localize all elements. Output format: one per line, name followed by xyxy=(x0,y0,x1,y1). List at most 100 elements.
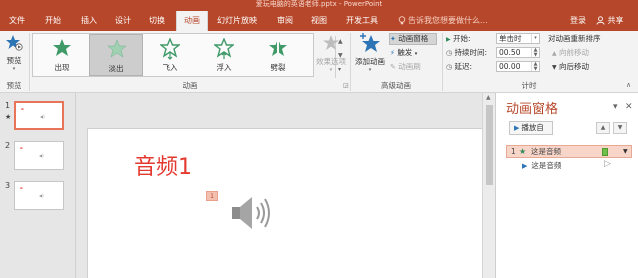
item-dropdown-icon[interactable]: ▼ xyxy=(623,146,628,157)
duration-label-text: 持续时间: xyxy=(454,48,488,57)
add-animation-icon xyxy=(360,33,380,52)
animation-order-tag[interactable]: 1 xyxy=(206,191,218,201)
effect-appear[interactable]: 出现 xyxy=(35,34,89,76)
animation-pane: 动画窗格 ▾ ✕ ▶ 播放自 ▲ ▼ 1 ★ 这是音频 ▼ ▶ 这是音频 ▷ xyxy=(495,93,638,278)
slide-scrollbar[interactable]: ▲ xyxy=(482,93,495,278)
group-label-preview: 预览 xyxy=(6,81,22,90)
dialog-launcher-icon[interactable]: ◲ xyxy=(343,82,349,89)
start-label-text: 开始: xyxy=(453,34,471,43)
add-animation-dropdown-icon: ▾ xyxy=(368,67,372,73)
appear-star-icon xyxy=(53,39,71,56)
tab-home[interactable]: 开始 xyxy=(38,11,68,31)
play-icon: ▶ xyxy=(514,124,520,132)
person-icon xyxy=(596,16,605,25)
tab-transitions[interactable]: 切换 xyxy=(142,11,172,31)
delay-input[interactable]: 00.00 ▲ ▼ xyxy=(496,61,540,72)
animation-pane-title: 动画窗格 xyxy=(506,102,559,117)
move-later-button[interactable]: ▼ 向后移动 xyxy=(552,61,589,73)
tab-file[interactable]: 文件 xyxy=(2,11,32,31)
group-label-timing: 计时 xyxy=(521,81,537,90)
effect-split[interactable]: 劈裂 xyxy=(251,34,305,76)
delay-label-text: 延迟: xyxy=(454,62,473,71)
animation-list-item[interactable]: 1 ★ 这是音频 ▼ xyxy=(506,145,632,158)
slide-canvas[interactable]: 音频1 1 xyxy=(87,128,487,278)
thumbnail-speaker-icon: ◀) xyxy=(40,114,45,119)
animation-pane-label: 动画窗格 xyxy=(398,34,429,43)
collapse-ribbon-icon[interactable]: ∧ xyxy=(626,81,631,89)
slide-thumbnail[interactable]: ▬ ◀) xyxy=(14,101,64,130)
timing-bar[interactable] xyxy=(602,148,608,156)
tab-animations[interactable]: 动画 xyxy=(176,11,208,31)
scroll-up-icon[interactable]: ▲ xyxy=(486,94,491,101)
effect-fly-in[interactable]: 飞入 xyxy=(143,34,197,76)
move-earlier-button[interactable]: ▲ 向前移动 xyxy=(552,47,589,59)
split-star-icon xyxy=(269,38,287,58)
effect-label: 飞入 xyxy=(162,63,178,72)
share-button[interactable]: 共享 xyxy=(596,11,624,31)
preview-button[interactable]: 预览 ▾ xyxy=(2,33,26,77)
move-up-button[interactable]: ▲ xyxy=(596,122,610,134)
tell-me-box[interactable]: 告诉我您想要做什么... xyxy=(398,11,488,31)
tab-developer[interactable]: 开发工具 xyxy=(340,11,384,31)
group-separator xyxy=(442,33,443,91)
delay-label: ◷ 延迟: xyxy=(446,61,472,73)
slide-title[interactable]: 音频1 xyxy=(134,149,192,181)
fly-in-star-icon xyxy=(160,38,180,60)
scroll-thumb[interactable] xyxy=(486,105,493,185)
login-link[interactable]: 登录 xyxy=(570,11,586,31)
animation-pane-button[interactable]: ✦ 动画窗格 xyxy=(389,33,437,45)
move-earlier-icon: ▲ xyxy=(552,50,557,57)
pane-options-icon[interactable]: ▾ xyxy=(613,102,618,112)
start-select[interactable]: 单击时 ▾ xyxy=(496,33,540,44)
trigger-dropdown-icon: ▾ xyxy=(414,51,418,57)
animation-painter-button[interactable]: ✎ 动画刷 xyxy=(390,61,421,73)
slide-thumbnail[interactable]: ▬ ◀) xyxy=(14,181,64,210)
effect-float-in[interactable]: 浮入 xyxy=(197,34,251,76)
tab-design[interactable]: 设计 xyxy=(108,11,138,31)
animation-pane-icon: ✦ xyxy=(390,35,396,43)
effect-options-button[interactable]: 效果选项 ▾ xyxy=(314,34,348,78)
start-label: ▶ 开始: xyxy=(446,33,471,45)
thumbnail-speaker-icon: ◀) xyxy=(39,153,44,158)
delay-stepper[interactable]: ▲ ▼ xyxy=(531,62,539,71)
duration-value: 00.50 xyxy=(499,48,521,57)
tab-review[interactable]: 审阅 xyxy=(270,11,300,31)
thumbnail-title-mark: ▬ xyxy=(20,146,23,150)
start-dropdown-icon[interactable]: ▾ xyxy=(531,34,539,43)
duration-stepper[interactable]: ▲ ▼ xyxy=(531,48,539,57)
audio-speaker-icon[interactable] xyxy=(230,193,274,233)
close-icon[interactable]: ✕ xyxy=(625,102,633,112)
delay-icon: ◷ xyxy=(446,63,453,71)
effect-options-dropdown-icon: ▾ xyxy=(329,67,333,73)
tell-me-text: 告诉我您想要做什么... xyxy=(408,16,488,25)
preview-dropdown-icon: ▾ xyxy=(12,66,16,72)
move-later-label: 向后移动 xyxy=(559,62,590,71)
slide-thumbnail[interactable]: ▬ ◀) xyxy=(14,141,64,170)
animation-gallery: 出现 淡出 飞入 浮入 劈裂 ▲ ▼ ▾ xyxy=(32,33,346,78)
float-in-star-icon xyxy=(214,38,234,59)
animation-list-item[interactable]: ▶ 这是音频 xyxy=(522,160,561,171)
slide-animation-star-icon: ★ xyxy=(5,113,12,121)
move-down-button[interactable]: ▼ xyxy=(613,122,627,134)
trigger-button[interactable]: ⚡ 触发 ▾ xyxy=(390,47,417,59)
trigger-icon: ⚡ xyxy=(390,49,395,57)
tab-view[interactable]: 视图 xyxy=(304,11,334,31)
play-from-button[interactable]: ▶ 播放自 xyxy=(509,121,553,135)
share-label: 共享 xyxy=(607,16,624,25)
effect-label: 劈裂 xyxy=(270,63,286,72)
add-animation-button[interactable]: 添加动画 ▾ xyxy=(352,32,388,78)
lightbulb-icon xyxy=(398,16,406,25)
effect-options-star-icon xyxy=(323,35,339,50)
tab-insert[interactable]: 插入 xyxy=(74,11,104,31)
reorder-title: 对动画重新排序 xyxy=(548,34,601,43)
media-play-icon: ▶ xyxy=(522,162,528,170)
tab-slideshow[interactable]: 幻灯片放映 xyxy=(212,11,262,31)
thumbnail-title-mark: ▬ xyxy=(20,186,23,190)
animation-item-label: 这是音频 xyxy=(531,161,562,170)
slide-number: 2 xyxy=(5,141,11,150)
trigger-label: 触发 xyxy=(397,48,413,57)
duration-input[interactable]: 00.50 ▲ ▼ xyxy=(496,47,540,58)
title-bar: 爱玩电脑的英语老师.pptx - PowerPoint xyxy=(0,0,638,9)
effect-fade[interactable]: 淡出 xyxy=(89,34,143,76)
fade-star-icon xyxy=(107,39,127,58)
